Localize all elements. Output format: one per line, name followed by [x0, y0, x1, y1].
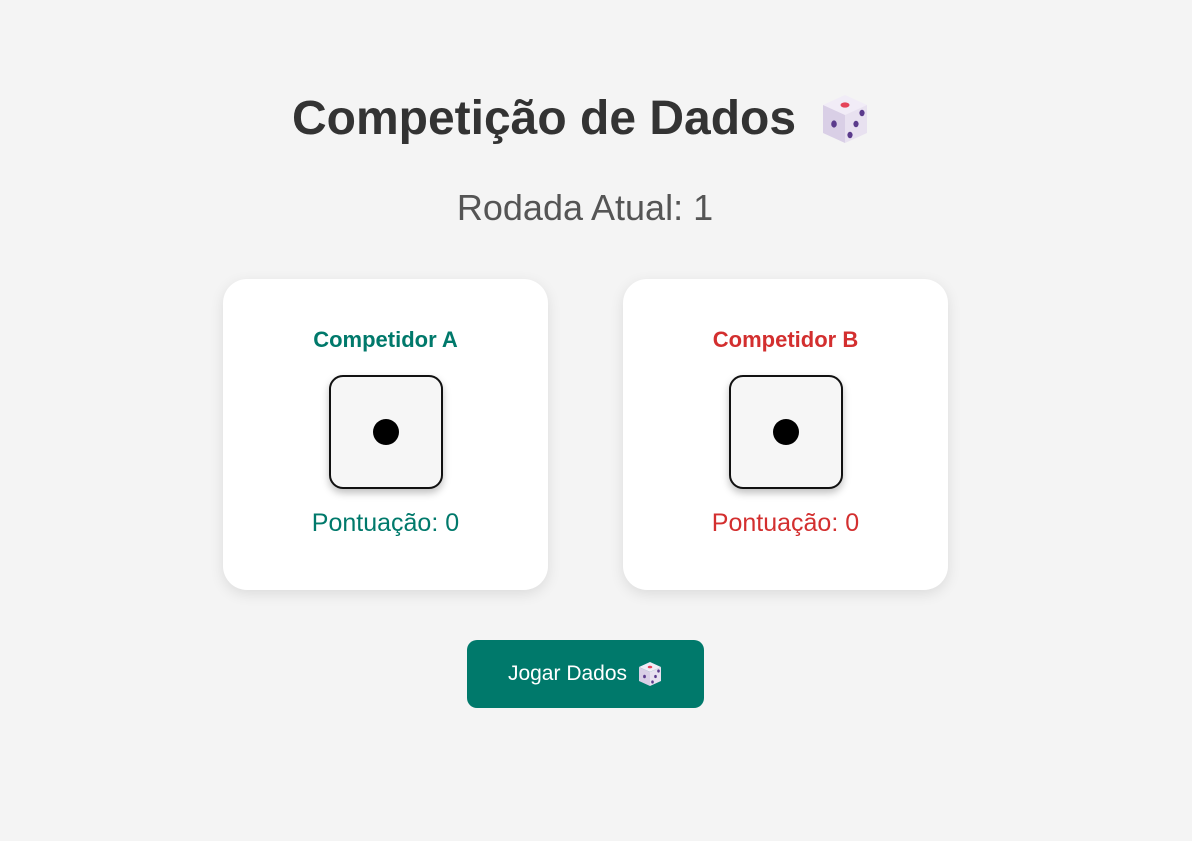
competitor-card-a: Competidor A Pontuação: 0: [223, 279, 548, 590]
score-value: 0: [845, 509, 860, 537]
die-pip: [373, 419, 399, 445]
game-die-icon: [637, 661, 663, 687]
competitor-score: Pontuação: 0: [623, 507, 948, 539]
game-die-icon: [820, 93, 870, 145]
score-label: Pontuação:: [311, 509, 439, 537]
competitor-name: Competidor A: [313, 327, 458, 352]
page-header: Competição de Dados: [0, 88, 1162, 150]
competitor-card-b: Competidor B Pontuação: 0: [623, 279, 948, 590]
score-label: Pontuação:: [711, 509, 839, 537]
round-label: Rodada Atual:: [456, 187, 684, 228]
score-value: 0: [445, 509, 460, 537]
roll-dice-label: Jogar Dados: [507, 662, 628, 685]
die: [329, 375, 443, 489]
round-indicator: Rodada Atual: 1: [0, 186, 1170, 230]
round-value: 1: [693, 187, 714, 228]
die-pip: [773, 419, 799, 445]
die: [729, 375, 843, 489]
page-title: Competição de Dados: [291, 92, 797, 145]
competitor-score: Pontuação: 0: [223, 507, 548, 539]
roll-dice-button[interactable]: Jogar Dados: [467, 640, 704, 708]
competitor-name: Competidor B: [712, 327, 859, 352]
